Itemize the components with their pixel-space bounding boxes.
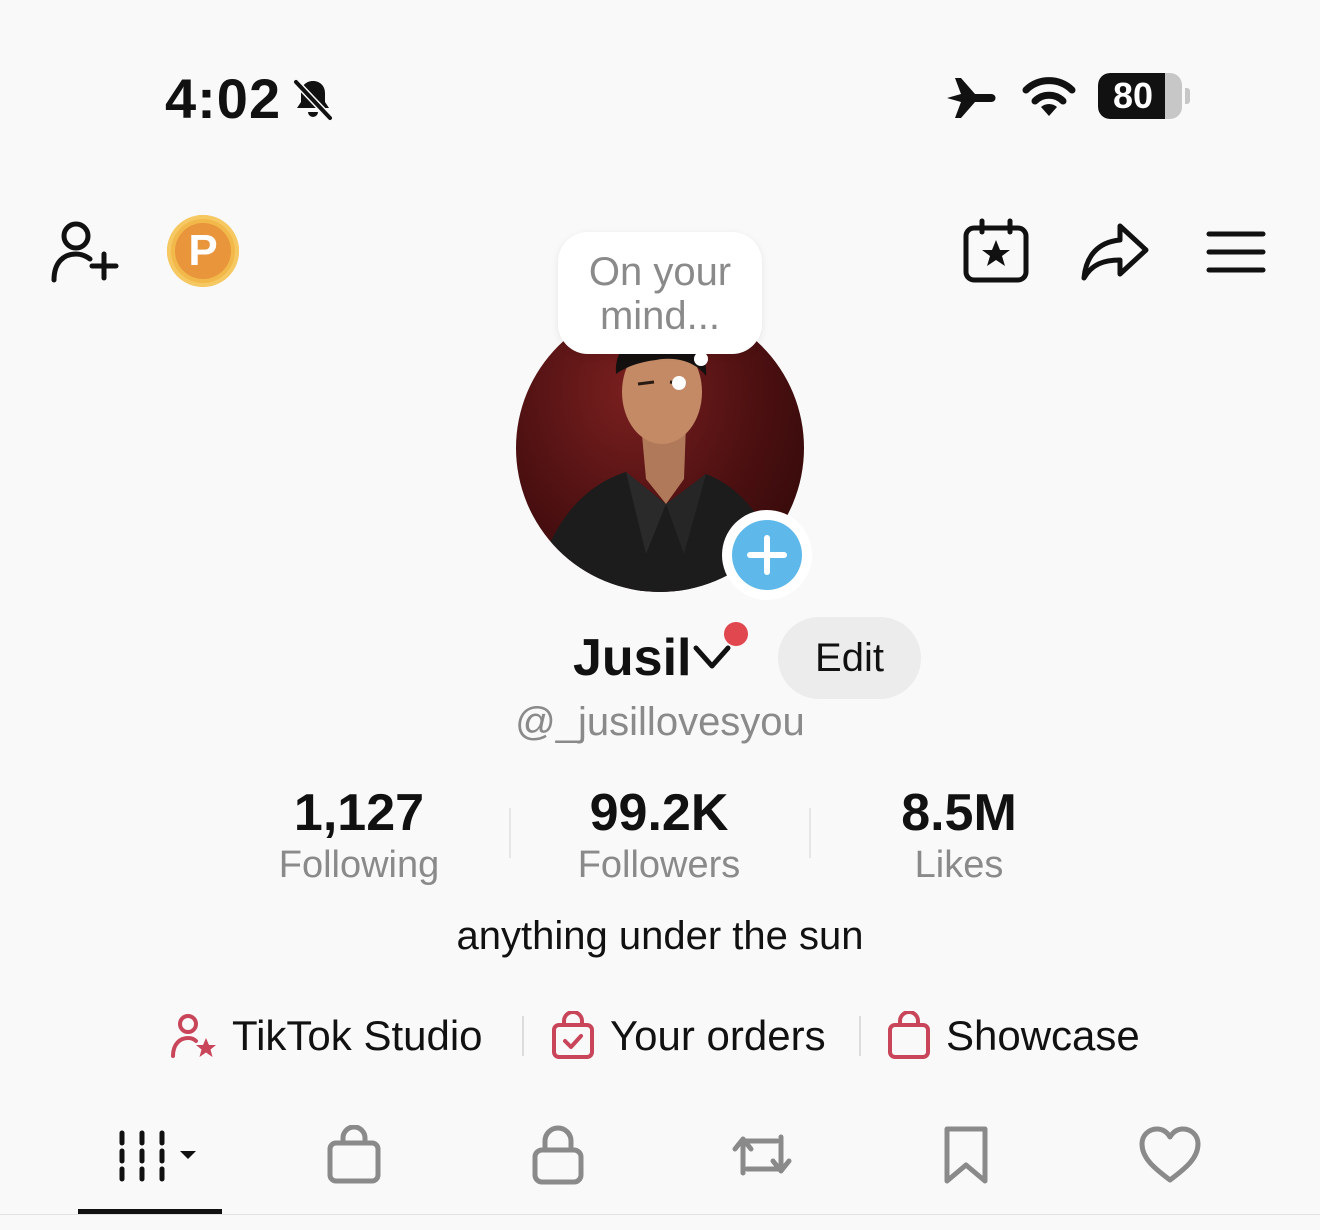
stat-following[interactable]: 1,127 Following: [209, 785, 509, 889]
link-tiktok-studio[interactable]: TikTok Studio: [170, 1006, 483, 1066]
tab-shop[interactable]: [294, 1122, 414, 1188]
tab-videos[interactable]: [90, 1122, 210, 1188]
link-separator: [859, 1016, 861, 1056]
tab-reposts[interactable]: [702, 1122, 822, 1188]
calendar-star-icon[interactable]: [962, 218, 1030, 284]
tab-liked[interactable]: [1110, 1122, 1230, 1188]
orders-bag-check-icon: [552, 1011, 594, 1059]
stat-followers-label: Followers: [577, 844, 741, 886]
username-handle: @_jusillovesyou: [515, 700, 805, 744]
link-your-orders-label: Your orders: [610, 1012, 826, 1059]
grid-icon: [119, 1130, 196, 1182]
lock-icon: [532, 1125, 584, 1185]
bookmark-icon: [944, 1126, 988, 1184]
battery-icon: 80: [1098, 73, 1190, 119]
link-showcase[interactable]: Showcase: [886, 1006, 1140, 1066]
thought-bubble-dot: [672, 376, 686, 390]
menu-icon[interactable]: [1206, 228, 1266, 276]
stat-likes[interactable]: 8.5M Likes: [809, 785, 1109, 889]
coin-icon[interactable]: P: [167, 215, 239, 287]
wifi-icon: [1018, 72, 1080, 120]
display-name: Jusil: [573, 629, 692, 687]
tabs-divider: [0, 1214, 1320, 1215]
coin-letter: P: [175, 223, 231, 279]
link-showcase-label: Showcase: [946, 1012, 1140, 1059]
stat-likes-value: 8.5M: [901, 784, 1017, 842]
airplane-icon: [943, 72, 999, 124]
studio-user-star-icon: [171, 1014, 216, 1058]
thought-bubble[interactable]: On your mind...: [558, 232, 762, 354]
link-separator: [522, 1016, 524, 1056]
notification-dot: [724, 622, 748, 646]
tab-private[interactable]: [498, 1122, 618, 1188]
bell-muted-icon: [290, 76, 336, 122]
repost-icon: [732, 1134, 792, 1176]
thought-bubble-tail: [694, 352, 708, 366]
share-icon[interactable]: [1080, 220, 1152, 284]
heart-icon: [1139, 1126, 1201, 1183]
stat-following-value: 1,127: [293, 784, 425, 842]
battery-level: 80: [1112, 75, 1154, 116]
link-tiktok-studio-label: TikTok Studio: [232, 1012, 483, 1059]
status-time: 4:02: [165, 67, 282, 130]
add-story-button[interactable]: [722, 510, 812, 600]
thought-bubble-text: On your mind...: [588, 250, 732, 338]
link-your-orders[interactable]: Your orders: [550, 1006, 826, 1066]
stat-followers-value: 99.2K: [589, 784, 729, 842]
plus-icon: [747, 535, 787, 575]
edit-profile-button[interactable]: Edit: [778, 617, 921, 699]
stat-following-label: Following: [278, 844, 440, 886]
stat-likes-label: Likes: [914, 844, 1004, 886]
chevron-down-icon[interactable]: [692, 642, 732, 672]
bio-text: anything under the sun: [456, 914, 864, 958]
shopping-bag-icon: [327, 1125, 381, 1184]
stat-followers[interactable]: 99.2K Followers: [509, 785, 809, 889]
tab-favorites[interactable]: [906, 1122, 1026, 1188]
add-friend-icon[interactable]: [50, 218, 120, 284]
showcase-bag-icon: [888, 1011, 930, 1059]
